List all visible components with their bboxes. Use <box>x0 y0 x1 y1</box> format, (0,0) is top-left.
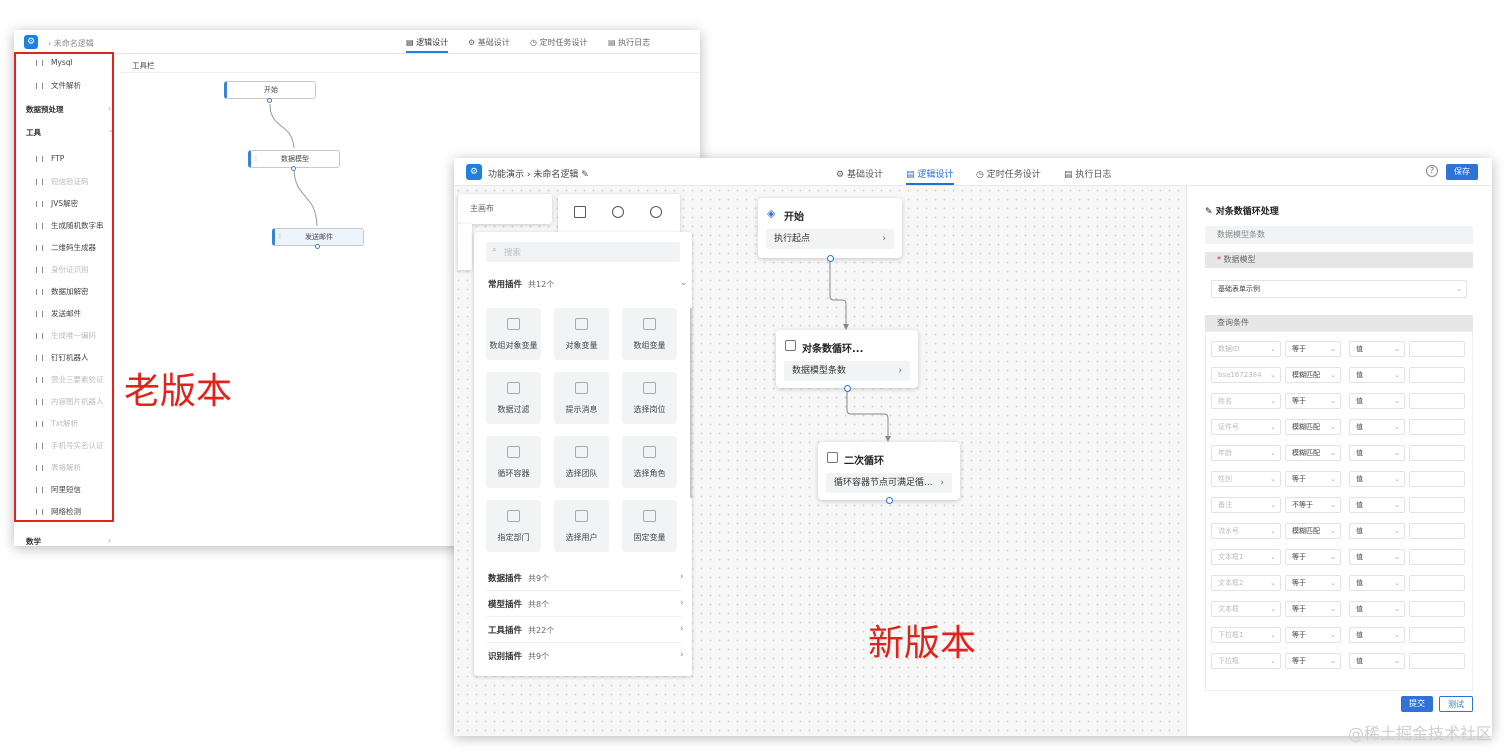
layers-icon: ◈ <box>767 207 776 220</box>
query-value-type-select[interactable]: 值 ⌄ <box>1349 627 1405 643</box>
query-field-select[interactable]: 文本框1 ⌄ <box>1211 549 1281 565</box>
query-value-input[interactable] <box>1409 445 1465 461</box>
query-operator-select[interactable]: 等于 ⌄ <box>1285 653 1341 669</box>
query-value-input[interactable] <box>1409 653 1465 669</box>
query-value-type-select[interactable]: 值 ⌄ <box>1349 601 1405 617</box>
query-field-select[interactable]: 文本框2 ⌄ <box>1211 575 1281 591</box>
query-value-type-select[interactable]: 值 ⌄ <box>1349 445 1405 461</box>
query-field-select[interactable]: 文本框 ⌄ <box>1211 601 1281 617</box>
query-value-input[interactable] <box>1409 575 1465 591</box>
query-operator-select[interactable]: 等于 ⌄ <box>1285 575 1341 591</box>
query-operator-select[interactable]: 等于 ⌄ <box>1285 549 1341 565</box>
old-version-label: 老版本 <box>124 371 233 412</box>
query-operator-select[interactable]: 等于 ⌄ <box>1285 471 1341 487</box>
query-value-input[interactable] <box>1409 393 1465 409</box>
query-field-select[interactable]: 备注 ⌄ <box>1211 497 1281 513</box>
section-query: 查询条件 <box>1205 315 1473 331</box>
flow-node-body[interactable]: 执行起点 › <box>766 229 894 249</box>
query-value-input[interactable] <box>1409 601 1465 617</box>
query-value-input[interactable] <box>1409 523 1465 539</box>
watermark: @稀土掘金技术社区 <box>1347 724 1492 743</box>
query-value-input[interactable] <box>1409 471 1465 487</box>
query-value-type-select[interactable]: 值 ⌄ <box>1349 497 1405 513</box>
query-field-select[interactable]: bsa1672384 ⌄ <box>1211 367 1281 383</box>
chevron-right-icon: › <box>898 366 902 376</box>
query-field-select[interactable]: 性别 ⌄ <box>1211 471 1281 487</box>
flow-node-body[interactable]: 数据模型条数 › <box>784 361 910 381</box>
node-port[interactable] <box>827 255 834 262</box>
old-node-port[interactable] <box>291 166 296 171</box>
query-value-input[interactable] <box>1409 549 1465 565</box>
section-data-model: * 数据模型 <box>1205 252 1473 268</box>
test-button[interactable]: 测试 <box>1439 696 1473 712</box>
query-field-select[interactable]: 证件号 ⌄ <box>1211 419 1281 435</box>
panel-title: ✎ 对条数循环处理 <box>1205 207 1279 217</box>
chevron-right-icon: › <box>882 234 886 244</box>
query-field-select[interactable]: 数据ID ⌄ <box>1211 341 1281 357</box>
query-operator-select[interactable]: 等于 ⌄ <box>1285 601 1341 617</box>
query-value-type-select[interactable]: 值 ⌄ <box>1349 367 1405 383</box>
old-node-port[interactable] <box>267 98 272 103</box>
properties-panel: ✎ 对条数循环处理 数据模型条数 * 数据模型 基础表单示例 ⌄ 查询条件 数据I… <box>1186 186 1492 736</box>
flow-node-body[interactable]: 循环容器节点可满足循... › <box>826 473 952 493</box>
node-name-input[interactable]: 数据模型条数 <box>1205 226 1473 244</box>
query-value-type-select[interactable]: 值 ⌄ <box>1349 523 1405 539</box>
query-field-select[interactable]: 姓名 ⌄ <box>1211 393 1281 409</box>
flow-node-loop[interactable]: 对条数循环... 数据模型条数 › <box>776 330 918 388</box>
table-icon <box>827 452 838 463</box>
query-field-select[interactable]: 年龄 ⌄ <box>1211 445 1281 461</box>
query-operator-select[interactable]: 等于 ⌄ <box>1285 393 1341 409</box>
flow-node-second-loop[interactable]: 二次循环 循环容器节点可满足循... › <box>818 442 960 500</box>
query-operator-select[interactable]: 模糊匹配 ⌄ <box>1285 419 1341 435</box>
data-model-select[interactable]: 基础表单示例 ⌄ <box>1211 280 1467 298</box>
query-operator-select[interactable]: 模糊匹配 ⌄ <box>1285 523 1341 539</box>
submit-button[interactable]: 提交 <box>1401 696 1433 712</box>
query-field-select[interactable]: 流水号 ⌄ <box>1211 523 1281 539</box>
query-value-input[interactable] <box>1409 341 1465 357</box>
new-version-label: 新版本 <box>868 623 977 664</box>
query-field-select[interactable]: 下拉框 ⌄ <box>1211 653 1281 669</box>
query-value-type-select[interactable]: 值 ⌄ <box>1349 419 1405 435</box>
query-operator-select[interactable]: 等于 ⌄ <box>1285 341 1341 357</box>
query-operator-select[interactable]: 模糊匹配 ⌄ <box>1285 445 1341 461</box>
old-sidebar-highlight <box>14 52 114 522</box>
query-value-type-select[interactable]: 值 ⌄ <box>1349 653 1405 669</box>
query-value-type-select[interactable]: 值 ⌄ <box>1349 471 1405 487</box>
query-value-type-select[interactable]: 值 ⌄ <box>1349 341 1405 357</box>
query-value-input[interactable] <box>1409 627 1465 643</box>
query-operator-select[interactable]: 模糊匹配 ⌄ <box>1285 367 1341 383</box>
node-port[interactable] <box>844 385 851 392</box>
query-value-input[interactable] <box>1409 367 1465 383</box>
query-value-type-select[interactable]: 值 ⌄ <box>1349 393 1405 409</box>
chevron-right-icon: › <box>940 478 944 488</box>
edit-icon: ✎ <box>1205 207 1213 217</box>
old-node-port[interactable] <box>315 244 320 249</box>
flow-node-start[interactable]: ◈ 开始 执行起点 › <box>758 198 902 258</box>
query-field-select[interactable]: 下拉框1 ⌄ <box>1211 627 1281 643</box>
query-value-type-select[interactable]: 值 ⌄ <box>1349 575 1405 591</box>
save-button[interactable]: 保存 <box>1446 164 1478 180</box>
node-port[interactable] <box>886 497 893 504</box>
query-value-input[interactable] <box>1409 497 1465 513</box>
query-operator-select[interactable]: 等于 ⌄ <box>1285 627 1341 643</box>
help-icon[interactable]: ? <box>1426 165 1438 177</box>
query-operator-select[interactable]: 不等于 ⌄ <box>1285 497 1341 513</box>
old-node-start[interactable]: 开始 <box>224 81 316 99</box>
query-value-input[interactable] <box>1409 419 1465 435</box>
table-icon <box>785 340 796 351</box>
query-value-type-select[interactable]: 值 ⌄ <box>1349 549 1405 565</box>
